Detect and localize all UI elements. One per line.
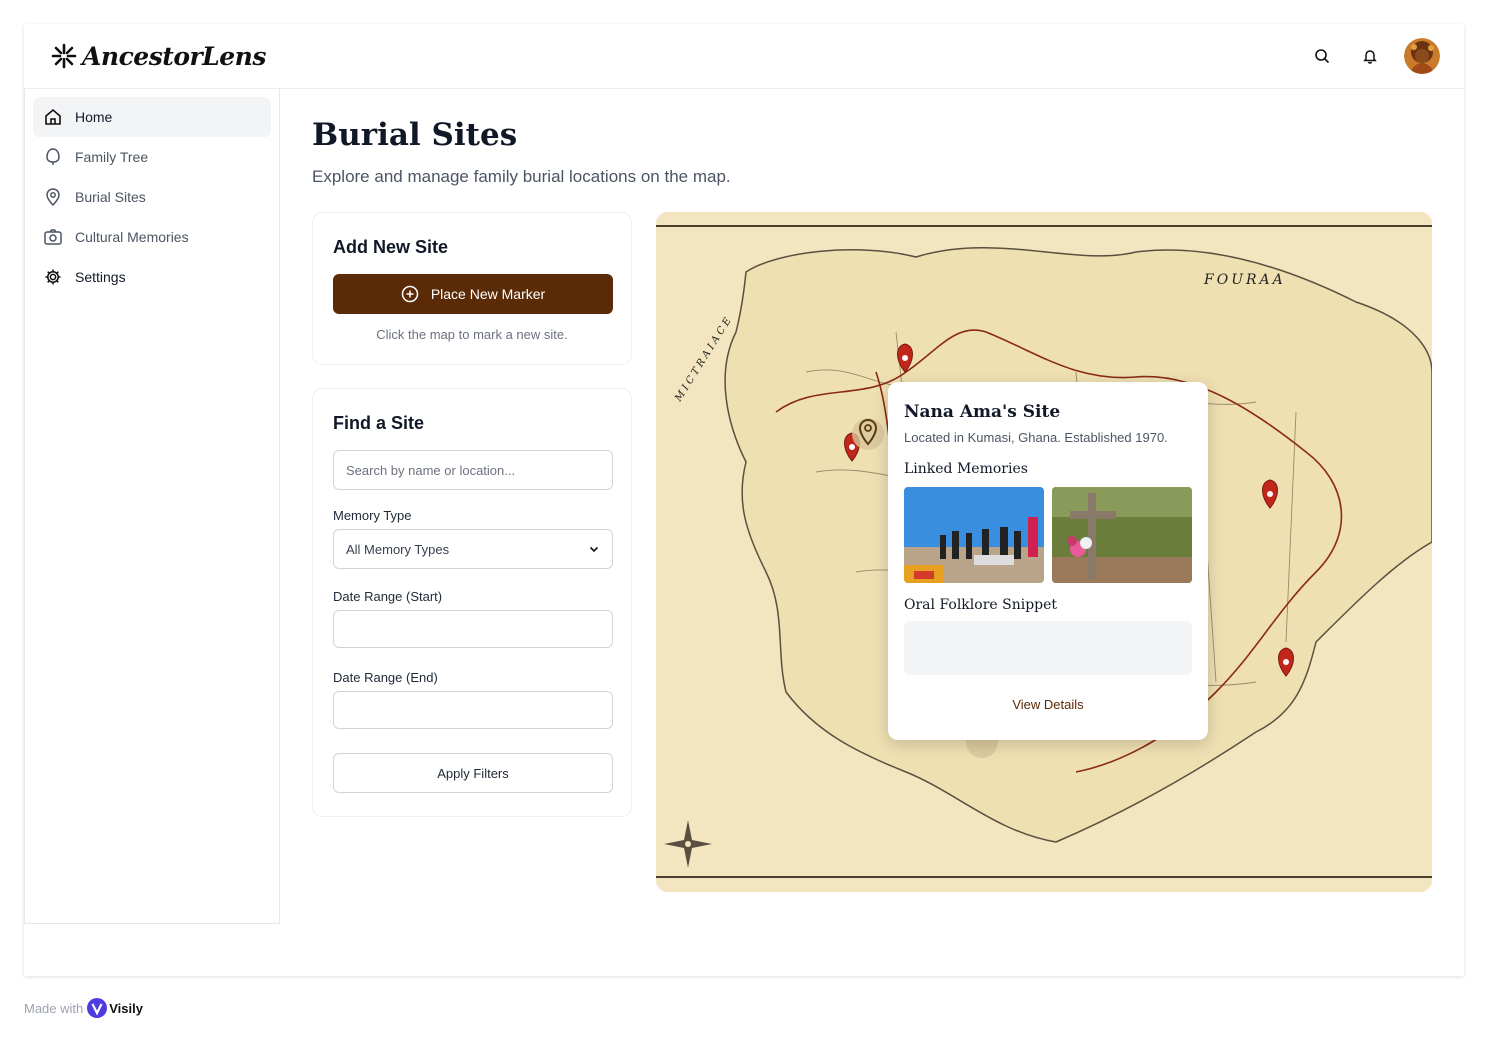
search-placeholder: Search by name or location...	[346, 462, 516, 478]
popup-subtitle: Located in Kumasi, Ghana. Established 19…	[904, 430, 1168, 445]
date-end-input[interactable]	[333, 691, 613, 729]
memory-photo[interactable]	[1052, 487, 1192, 583]
memory-photo[interactable]	[904, 487, 1044, 583]
sidebar-item-label: Cultural Memories	[75, 229, 189, 245]
popup-title: Nana Ama's Site	[904, 402, 1061, 422]
apply-filters-button[interactable]: Apply Filters	[333, 753, 613, 793]
date-end-label: Date Range (End)	[333, 670, 438, 685]
visily-logo-icon	[87, 998, 108, 1018]
sidebar-item-label: Settings	[75, 269, 126, 285]
place-marker-button[interactable]: Place New Marker	[333, 274, 613, 314]
apply-filters-label: Apply Filters	[437, 765, 509, 781]
date-start-label: Date Range (Start)	[333, 589, 443, 604]
sidebar-item-settings[interactable]: Settings	[33, 257, 271, 297]
sidebar-item-label: Home	[75, 109, 113, 125]
search-icon[interactable]	[1308, 42, 1336, 70]
page-subtitle: Explore and manage family burial locatio…	[312, 167, 731, 186]
map-label-fouraa: FOURAA	[1203, 272, 1286, 288]
tree-icon	[46, 148, 60, 165]
sidebar-item-cultural-memories[interactable]: Cultural Memories	[33, 217, 271, 257]
find-site-title: Find a Site	[333, 413, 425, 433]
visily-brand-name: Visily	[109, 1000, 143, 1016]
add-site-card: Add New Site Place New Marker Click the …	[312, 212, 632, 365]
made-with-label: Made with	[24, 1000, 84, 1016]
add-site-title: Add New Site	[333, 237, 449, 257]
find-site-card: Find a Site Search by name or location..…	[312, 388, 632, 817]
logo[interactable]: AncestorLens	[50, 42, 266, 71]
avatar[interactable]	[1404, 38, 1440, 74]
visily-brand[interactable]: Visily	[87, 998, 143, 1018]
site-popup: Nana Ama's Site Located in Kumasi, Ghana…	[888, 382, 1208, 740]
search-input[interactable]: Search by name or location...	[333, 450, 613, 490]
sidebar-item-family-tree[interactable]: Family Tree	[33, 137, 271, 177]
memory-type-label: Memory Type	[333, 508, 412, 523]
chevron-down-icon	[589, 546, 599, 553]
memory-type-value: All Memory Types	[346, 541, 450, 557]
sidebar: Home Family Tree Burial Sites Cultural M…	[24, 89, 280, 924]
linked-memories-heading: Linked Memories	[904, 461, 1028, 477]
home-icon	[45, 108, 61, 125]
bell-icon[interactable]	[1356, 42, 1384, 70]
sidebar-item-label: Family Tree	[75, 149, 149, 165]
page-title: Burial Sites	[312, 117, 518, 153]
date-start-input[interactable]	[333, 610, 613, 648]
app-name: AncestorLens	[82, 41, 266, 71]
burial-map[interactable]: FOURAA MICTRAIACE Nana Ama's Site Locate…	[656, 212, 1432, 892]
place-marker-label: Place New Marker	[430, 286, 546, 302]
sidebar-item-burial-sites[interactable]: Burial Sites	[33, 177, 271, 217]
view-details-link[interactable]: View Details	[904, 697, 1192, 712]
map-pin-icon	[46, 188, 60, 207]
memory-type-select[interactable]: All Memory Types	[333, 529, 613, 569]
top-bar: AncestorLens	[24, 24, 1464, 89]
made-with-footer: Made with Visily	[24, 998, 143, 1018]
sidebar-item-home[interactable]: Home	[33, 97, 271, 137]
plus-circle-icon	[401, 285, 419, 303]
sidebar-item-label: Burial Sites	[75, 189, 146, 205]
main-content: Burial Sites Explore and manage family b…	[312, 89, 1432, 892]
logo-icon	[51, 43, 77, 69]
add-site-hint: Click the map to mark a new site.	[376, 327, 568, 342]
app-window: AncestorLens Home Family Tree Burial Sit…	[24, 24, 1464, 976]
camera-icon	[44, 229, 62, 245]
folklore-snippet	[904, 621, 1192, 675]
selected-marker[interactable]	[852, 418, 884, 450]
folklore-heading: Oral Folklore Snippet	[904, 597, 1058, 613]
gear-icon	[45, 269, 61, 285]
